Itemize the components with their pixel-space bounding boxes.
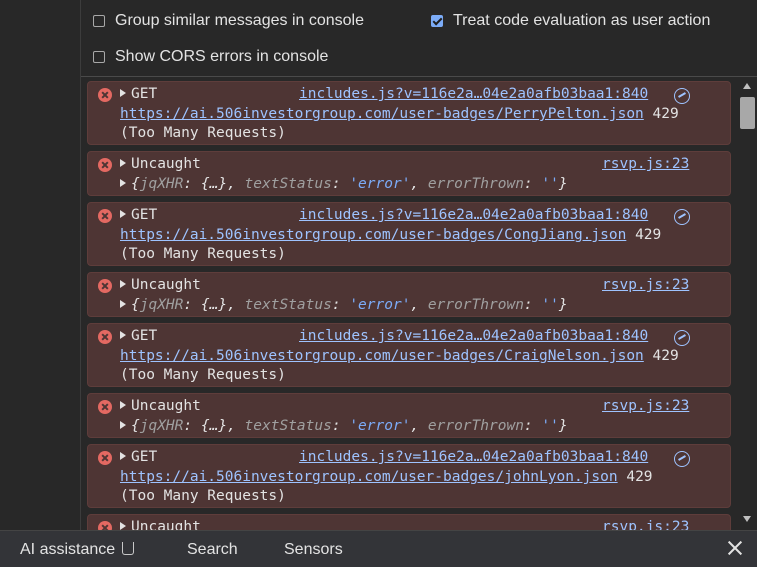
source-link[interactable]: includes.js?v=116e2a…04e2a0afb03baa1:840 <box>299 86 648 102</box>
status-code: 429 <box>652 106 679 122</box>
show-cors-checkbox[interactable] <box>93 51 105 63</box>
console-error-message[interactable]: Uncaught rsvp.js:23 {jqXHR: {…}, textSta… <box>87 393 731 438</box>
expand-triangle-icon[interactable] <box>120 159 126 167</box>
status-code: 429 <box>635 227 662 243</box>
error-icon <box>98 521 112 530</box>
source-link[interactable]: includes.js?v=116e2a…04e2a0afb03baa1:840 <box>299 449 648 465</box>
treat-code-eval-checkbox[interactable] <box>431 15 443 27</box>
flask-icon <box>122 542 135 555</box>
scrollbar-thumb[interactable] <box>740 97 755 129</box>
status-text: (Too Many Requests) <box>120 125 286 141</box>
status-text: (Too Many Requests) <box>120 246 286 262</box>
request-method: GET <box>131 449 158 465</box>
console-settings-panel: Group similar messages in console Treat … <box>81 0 757 77</box>
tab-sensors-label: Sensors <box>284 541 343 558</box>
expand-triangle-icon[interactable] <box>120 522 126 530</box>
uncaught-label: Uncaught <box>131 398 201 414</box>
tab-ai-assistance-label: AI assistance <box>20 541 116 558</box>
error-detail[interactable]: {jqXHR: {…}, textStatus: 'error', errorT… <box>120 176 568 192</box>
uncaught-label: Uncaught <box>131 277 201 293</box>
network-panel-icon[interactable] <box>674 209 690 225</box>
tab-sensors[interactable]: Sensors <box>284 541 343 559</box>
group-similar-label: Group similar messages in console <box>115 12 364 29</box>
console-messages: GET includes.js?v=116e2a…04e2a0afb03baa1… <box>81 77 738 530</box>
network-panel-icon[interactable] <box>674 330 690 346</box>
request-url-link[interactable]: https://ai.506investorgroup.com/user-bad… <box>120 348 644 364</box>
error-icon <box>98 451 112 465</box>
expand-triangle-icon[interactable] <box>120 210 126 218</box>
error-icon <box>98 88 112 102</box>
left-gutter <box>0 0 81 530</box>
console-error-message[interactable]: Uncaught rsvp.js:23 {jqXHR: {…}, textSta… <box>87 151 731 196</box>
expand-triangle-icon[interactable] <box>120 179 126 187</box>
console-error-message[interactable]: GET includes.js?v=116e2a…04e2a0afb03baa1… <box>87 323 731 387</box>
error-icon <box>98 158 112 172</box>
network-panel-icon[interactable] <box>674 451 690 467</box>
close-icon[interactable] <box>726 539 744 557</box>
group-similar-setting[interactable]: Group similar messages in console <box>93 12 364 30</box>
source-link[interactable]: rsvp.js:23 <box>602 277 689 293</box>
request-method: GET <box>131 86 158 102</box>
error-detail[interactable]: {jqXHR: {…}, textStatus: 'error', errorT… <box>120 297 568 313</box>
console-error-message[interactable]: GET includes.js?v=116e2a…04e2a0afb03baa1… <box>87 202 731 266</box>
status-text: (Too Many Requests) <box>120 367 286 383</box>
expand-triangle-icon[interactable] <box>120 331 126 339</box>
tab-search-label: Search <box>187 541 238 558</box>
drawer-tabbar: AI assistance Search Sensors <box>0 530 757 567</box>
expand-triangle-icon[interactable] <box>120 300 126 308</box>
source-link[interactable]: rsvp.js:23 <box>602 519 689 530</box>
error-icon <box>98 330 112 344</box>
show-cors-label: Show CORS errors in console <box>115 48 329 65</box>
uncaught-label: Uncaught <box>131 519 201 530</box>
request-method: GET <box>131 207 158 223</box>
tab-search[interactable]: Search <box>187 541 238 559</box>
source-link[interactable]: includes.js?v=116e2a…04e2a0afb03baa1:840 <box>299 207 648 223</box>
network-panel-icon[interactable] <box>674 88 690 104</box>
uncaught-label: Uncaught <box>131 156 201 172</box>
expand-triangle-icon[interactable] <box>120 452 126 460</box>
status-text: (Too Many Requests) <box>120 488 286 504</box>
request-url-link[interactable]: https://ai.506investorgroup.com/user-bad… <box>120 106 644 122</box>
expand-triangle-icon[interactable] <box>120 401 126 409</box>
source-link[interactable]: rsvp.js:23 <box>602 398 689 414</box>
error-detail[interactable]: {jqXHR: {…}, textStatus: 'error', errorT… <box>120 418 568 434</box>
treat-code-eval-label: Treat code evaluation as user action <box>453 12 711 29</box>
console-error-message[interactable]: GET includes.js?v=116e2a…04e2a0afb03baa1… <box>87 81 731 145</box>
expand-triangle-icon[interactable] <box>120 421 126 429</box>
expand-triangle-icon[interactable] <box>120 89 126 97</box>
show-cors-setting[interactable]: Show CORS errors in console <box>93 48 328 66</box>
scroll-up-arrow-icon[interactable] <box>743 83 751 89</box>
status-code: 429 <box>652 348 679 364</box>
expand-triangle-icon[interactable] <box>120 280 126 288</box>
error-icon <box>98 209 112 223</box>
source-link[interactable]: rsvp.js:23 <box>602 156 689 172</box>
request-url-link[interactable]: https://ai.506investorgroup.com/user-bad… <box>120 227 626 243</box>
tab-ai-assistance[interactable]: AI assistance <box>20 541 135 559</box>
error-icon <box>98 279 112 293</box>
request-url-link[interactable]: https://ai.506investorgroup.com/user-bad… <box>120 469 618 485</box>
status-code: 429 <box>626 469 653 485</box>
console-error-message[interactable]: GET includes.js?v=116e2a…04e2a0afb03baa1… <box>87 444 731 508</box>
source-link[interactable]: includes.js?v=116e2a…04e2a0afb03baa1:840 <box>299 328 648 344</box>
group-similar-checkbox[interactable] <box>93 15 105 27</box>
request-method: GET <box>131 328 158 344</box>
console-error-message[interactable]: Uncaught rsvp.js:23 <box>87 514 731 530</box>
error-icon <box>98 400 112 414</box>
console-error-message[interactable]: Uncaught rsvp.js:23 {jqXHR: {…}, textSta… <box>87 272 731 317</box>
console-scrollbar[interactable] <box>738 77 757 530</box>
treat-code-eval-setting[interactable]: Treat code evaluation as user action <box>431 12 710 30</box>
scroll-down-arrow-icon[interactable] <box>743 516 751 522</box>
